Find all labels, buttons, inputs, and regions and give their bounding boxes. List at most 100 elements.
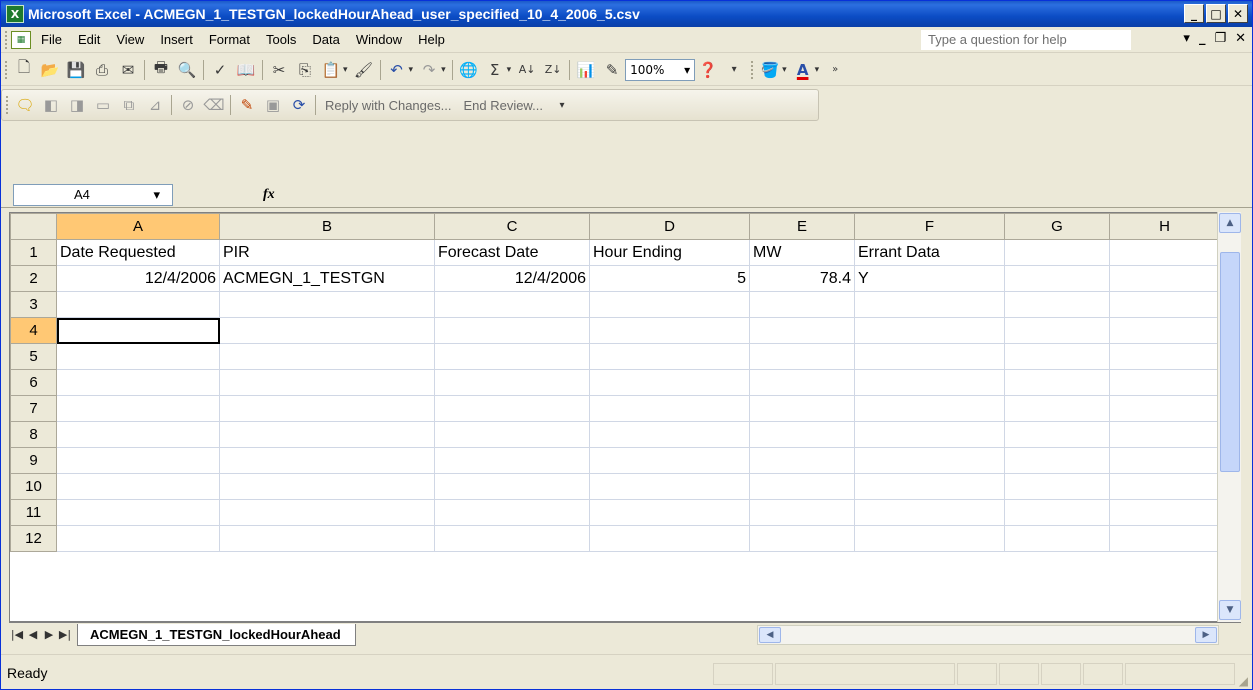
grid-cell[interactable] [434, 473, 590, 500]
grid-cell[interactable] [219, 499, 435, 526]
autosum-icon[interactable]: Σ [484, 59, 506, 81]
menu-insert[interactable]: Insert [154, 32, 203, 47]
column-header-d[interactable]: D [589, 213, 750, 240]
new-comment-icon[interactable]: 🗨 [14, 94, 36, 116]
grid-cell[interactable] [1109, 525, 1220, 552]
grid-cell[interactable]: Date Requested [56, 239, 220, 266]
grid-cell[interactable] [56, 317, 220, 344]
menu-data[interactable]: Data [306, 32, 349, 47]
doc-restore-icon[interactable]: ❐ [1214, 31, 1226, 46]
grid-cell[interactable] [434, 369, 590, 396]
first-sheet-icon[interactable]: |◀ [9, 628, 25, 641]
resize-grip-icon[interactable]: ◢ [1239, 674, 1248, 688]
help-icon[interactable]: ❓ [697, 59, 719, 81]
menu-view[interactable]: View [110, 32, 154, 47]
grid-cell[interactable] [434, 317, 590, 344]
show-comment-icon[interactable]: ▭ [92, 94, 114, 116]
formula-input[interactable] [283, 184, 1252, 206]
track-changes-icon[interactable]: ✎ [236, 94, 258, 116]
save-icon[interactable]: 💾 [65, 59, 87, 81]
grid-cell[interactable] [56, 525, 220, 552]
grid-cell[interactable]: ACMEGN_1_TESTGN [219, 265, 435, 292]
grid-cell[interactable] [1004, 369, 1110, 396]
sort-ascending-icon[interactable]: A↓ [516, 59, 538, 81]
grid-cell[interactable] [749, 525, 855, 552]
grid-cell[interactable] [56, 369, 220, 396]
row-header[interactable]: 11 [10, 499, 57, 526]
column-header-a[interactable]: A [56, 213, 220, 240]
grid-cell[interactable]: 5 [589, 265, 750, 292]
row-header[interactable]: 3 [10, 291, 57, 318]
menu-edit[interactable]: Edit [72, 32, 110, 47]
grid-cell[interactable] [854, 395, 1005, 422]
email-icon[interactable]: ✉ [117, 59, 139, 81]
grid-cell[interactable] [749, 499, 855, 526]
grid-cell[interactable]: 78.4 [749, 265, 855, 292]
grid-cell[interactable] [589, 291, 750, 318]
grid-cell[interactable]: 12/4/2006 [434, 265, 590, 292]
toolbar-options-icon[interactable]: ▾ [551, 94, 573, 116]
grid-cell[interactable] [854, 473, 1005, 500]
undo-dropdown-icon[interactable]: ▾ [409, 65, 414, 75]
grid-cell[interactable] [1109, 499, 1220, 526]
previous-comment-icon[interactable]: ◧ [40, 94, 62, 116]
grid-cell[interactable]: Hour Ending [589, 239, 750, 266]
grid-cell[interactable] [1004, 525, 1110, 552]
grid-cell[interactable] [219, 317, 435, 344]
grid-cell[interactable] [1004, 291, 1110, 318]
grid-cell[interactable]: PIR [219, 239, 435, 266]
new-icon[interactable]: 🗋 [13, 58, 35, 81]
column-header-c[interactable]: C [434, 213, 590, 240]
scroll-up-icon[interactable]: ▲ [1219, 213, 1241, 233]
open-icon[interactable]: 📂 [39, 59, 61, 81]
grid-cell[interactable]: 12/4/2006 [56, 265, 220, 292]
select-all-corner[interactable] [10, 213, 57, 240]
spelling-icon[interactable]: ✓ [209, 59, 231, 81]
reply-with-changes-button[interactable]: Reply with Changes... [325, 98, 451, 113]
grid-cell[interactable] [589, 317, 750, 344]
zoom-dropdown-icon[interactable]: ▾ [684, 63, 690, 77]
grid-cell[interactable] [1004, 239, 1110, 266]
toolbar-options-icon[interactable]: » [824, 59, 846, 81]
grid-cell[interactable] [1004, 395, 1110, 422]
hyperlink-icon[interactable]: 🌐 [458, 59, 480, 81]
scroll-right-icon[interactable]: ▶ [1195, 627, 1217, 643]
grid-cell[interactable] [219, 395, 435, 422]
help-search-input[interactable]: Type a question for help [921, 30, 1131, 50]
grid-cell[interactable] [1109, 343, 1220, 370]
row-header[interactable]: 10 [10, 473, 57, 500]
font-color-dropdown-icon[interactable]: ▾ [815, 65, 820, 75]
grid-cell[interactable] [1004, 499, 1110, 526]
vertical-scroll-thumb[interactable] [1220, 252, 1240, 472]
grid-cell[interactable] [854, 343, 1005, 370]
last-sheet-icon[interactable]: ▶| [57, 628, 73, 641]
chart-wizard-icon[interactable]: 📊 [575, 59, 597, 81]
grid-cell[interactable] [854, 499, 1005, 526]
grid-cell[interactable] [589, 421, 750, 448]
grid-cell[interactable] [1004, 317, 1110, 344]
permission-icon[interactable]: ⎙ [91, 59, 113, 81]
grid-cell[interactable] [219, 473, 435, 500]
grid-cell[interactable] [1004, 343, 1110, 370]
close-button[interactable]: ✕ [1228, 4, 1248, 23]
grid-cell[interactable]: Forecast Date [434, 239, 590, 266]
drawing-icon[interactable]: ✎ [601, 59, 623, 81]
grid-cell[interactable] [854, 291, 1005, 318]
grid-cell[interactable]: Y [854, 265, 1005, 292]
row-header[interactable]: 12 [10, 525, 57, 552]
print-preview-icon[interactable]: 🔍 [176, 59, 198, 81]
grid-cell[interactable] [1004, 265, 1110, 292]
redo-dropdown-icon[interactable]: ▾ [441, 65, 446, 75]
redo-icon[interactable]: ↷ [418, 59, 440, 81]
grid-cell[interactable] [1109, 395, 1220, 422]
name-box-dropdown-icon[interactable]: ▾ [153, 187, 160, 203]
grid-cell[interactable] [1004, 447, 1110, 474]
update-file-icon[interactable]: ⟳ [288, 94, 310, 116]
grid-cell[interactable] [589, 447, 750, 474]
grid-cell[interactable] [749, 421, 855, 448]
format-painter-icon[interactable]: 🖌 [353, 59, 375, 81]
row-header[interactable]: 7 [10, 395, 57, 422]
delete-ink-icon[interactable]: ⌫ [203, 94, 225, 116]
grid-cell[interactable] [749, 447, 855, 474]
grid-cell[interactable] [1109, 239, 1220, 266]
